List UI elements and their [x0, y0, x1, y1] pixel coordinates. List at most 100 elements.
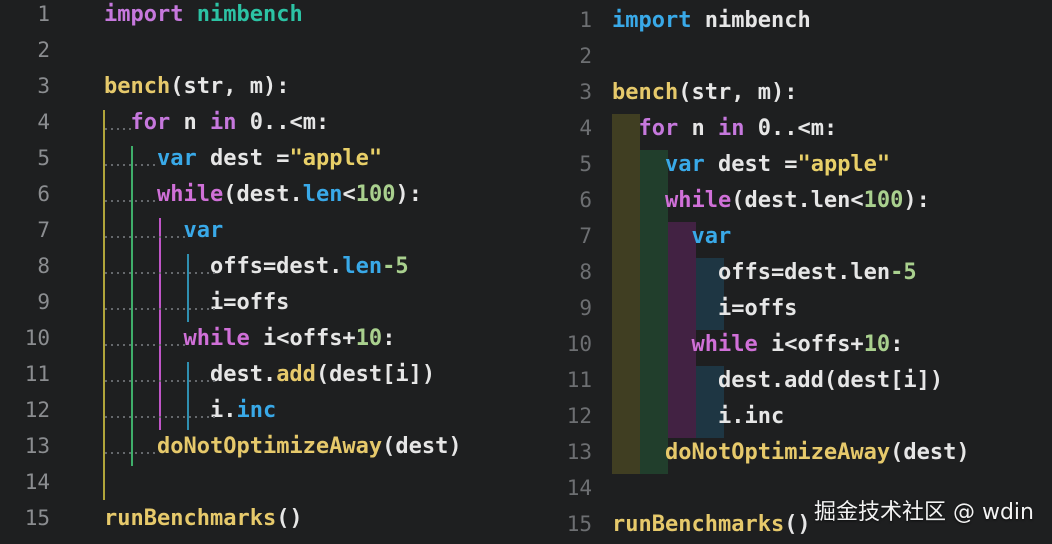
code-token: import	[104, 2, 184, 27]
line-number: 14	[24, 470, 50, 494]
code-text: offs=dest.len-5	[612, 258, 917, 288]
code-text: import nimbench	[612, 6, 811, 36]
line-number: 5	[579, 152, 592, 176]
line-number: 1	[579, 8, 592, 32]
code-token: var	[664, 152, 705, 177]
code-token: while	[156, 182, 224, 207]
code-token: bench	[104, 74, 171, 99]
code-token: offs=dest.	[104, 254, 343, 279]
code-line[interactable]: 11 dest.add(dest[i])	[540, 366, 1052, 402]
line-number: 3	[37, 74, 50, 98]
code-token: i.	[104, 398, 237, 423]
code-token: (dest)	[890, 440, 970, 465]
code-token: i=offs	[612, 296, 798, 321]
code-line[interactable]: 2	[0, 36, 510, 72]
code-line[interactable]: 3 bench(str, m):	[0, 72, 510, 108]
code-line[interactable]: 14	[0, 468, 510, 504]
right-code-editor-pane[interactable]: 1 import nimbench 2 3 bench(str, m): 4 for n …	[540, 0, 1052, 544]
line-number: 4	[37, 110, 50, 134]
code-line[interactable]: 3 bench(str, m):	[540, 78, 1052, 114]
code-token: in	[718, 116, 745, 141]
code-text: dest.add(dest[i])	[612, 366, 943, 396]
code-text: for n in 0..<m:	[104, 108, 330, 138]
code-token: nimbench	[691, 8, 811, 33]
code-line[interactable]: 4 for n in 0..<m:	[540, 114, 1052, 150]
code-token: (dest)	[382, 434, 462, 459]
line-number: 10	[566, 332, 592, 356]
code-text: doNotOptimizeAway(dest)	[104, 432, 462, 462]
indent-guide	[131, 146, 133, 466]
code-line[interactable]: 13 doNotOptimizeAway(dest)	[0, 432, 510, 468]
code-token: (str, m):	[678, 80, 798, 105]
code-line[interactable]: 6 while(dest.len<100):	[0, 180, 510, 216]
code-token: offs=dest.len	[612, 260, 891, 285]
line-number: 12	[566, 404, 592, 428]
code-line[interactable]: 5 var dest ="apple"	[0, 144, 510, 180]
code-line[interactable]: 8 offs=dest.len-5	[0, 252, 510, 288]
line-number: 12	[24, 398, 50, 422]
line-number: 9	[37, 290, 50, 314]
code-line[interactable]: 13 doNotOptimizeAway(dest)	[540, 438, 1052, 474]
code-token: "apple"	[289, 146, 383, 171]
code-token: n	[170, 110, 210, 135]
code-line[interactable]: 2	[540, 42, 1052, 78]
code-token: ()	[784, 512, 811, 537]
indent-whitespace-dots	[103, 236, 187, 238]
code-token: ):	[395, 182, 422, 207]
indent-whitespace-dots	[103, 200, 159, 202]
code-token: 10	[355, 326, 383, 351]
code-line[interactable]: 9 i=offs	[540, 294, 1052, 330]
line-number: 2	[37, 38, 50, 62]
code-text: import nimbench	[104, 0, 303, 30]
code-token: doNotOptimizeAway	[664, 440, 891, 465]
code-line[interactable]: 15 runBenchmarks()	[0, 504, 510, 540]
code-text: while i<offs+10:	[612, 330, 903, 360]
code-token: dest =	[196, 146, 290, 171]
line-number: 7	[37, 218, 50, 242]
line-number: 9	[579, 296, 592, 320]
code-token: 100	[355, 182, 396, 207]
code-line[interactable]: 10 while i<offs+10:	[540, 330, 1052, 366]
code-token: 10	[863, 332, 891, 357]
code-line[interactable]: 5 var dest ="apple"	[540, 150, 1052, 186]
line-number: 15	[24, 506, 50, 530]
line-number: 7	[579, 224, 592, 248]
code-line[interactable]: 6 while(dest.len<100):	[540, 186, 1052, 222]
code-token: i<offs+	[249, 326, 356, 351]
indent-whitespace-dots	[103, 452, 159, 454]
code-token: (str, m):	[170, 74, 290, 99]
code-line[interactable]: 4 for n in 0..<m:	[0, 108, 510, 144]
code-text: doNotOptimizeAway(dest)	[612, 438, 970, 468]
code-token: dest.	[104, 362, 277, 387]
line-number: 5	[37, 146, 50, 170]
left-code-editor-pane[interactable]: 1 import nimbench 2 3 bench(str, m): 4 for n …	[0, 0, 510, 544]
indent-guide	[103, 110, 105, 500]
code-line[interactable]: 11 dest.add(dest[i])	[0, 360, 510, 396]
code-line[interactable]: 7 var	[540, 222, 1052, 258]
code-token: (dest.	[223, 182, 303, 207]
code-line[interactable]: 7 var	[0, 216, 510, 252]
code-line[interactable]: 10 while i<offs+10:	[0, 324, 510, 360]
code-line[interactable]: 1 import nimbench	[0, 0, 510, 36]
code-text: runBenchmarks()	[104, 504, 303, 534]
indent-guide	[187, 254, 189, 322]
code-line[interactable]: 12 i.inc	[540, 402, 1052, 438]
code-token: while	[183, 326, 250, 351]
code-line[interactable]: 12 i.inc	[0, 396, 510, 432]
code-line[interactable]: 9 i=offs	[0, 288, 510, 324]
code-token: var	[156, 146, 197, 171]
indent-whitespace-dots	[103, 344, 187, 346]
code-line[interactable]: 1 import nimbench	[540, 6, 1052, 42]
code-line[interactable]: 8 offs=dest.len-5	[540, 258, 1052, 294]
indent-guide	[187, 362, 189, 430]
code-text: while(dest.len<100):	[612, 186, 930, 216]
code-text: var dest ="apple"	[104, 144, 382, 174]
code-text: dest.add(dest[i])	[104, 360, 435, 390]
